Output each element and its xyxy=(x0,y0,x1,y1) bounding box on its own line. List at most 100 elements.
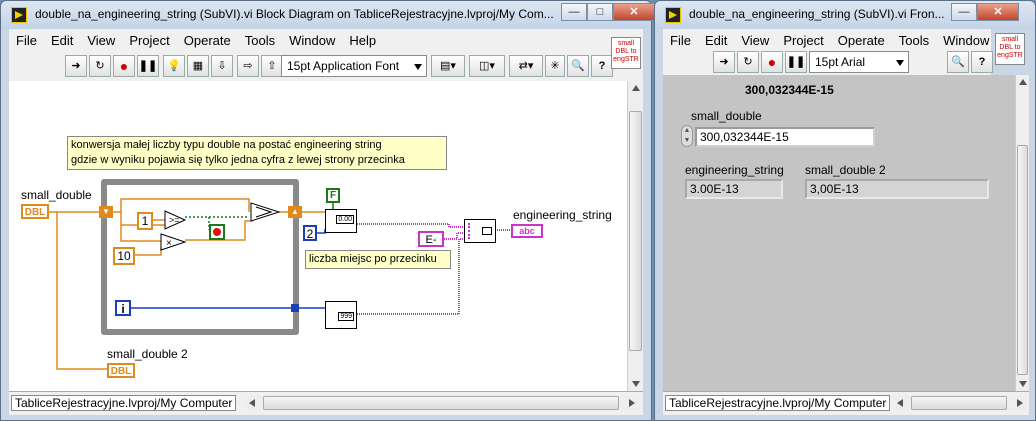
search-icon[interactable]: 🔍 xyxy=(567,55,589,77)
scroll-left-icon[interactable] xyxy=(249,399,255,407)
label-engineering-string: engineering_string xyxy=(513,208,612,222)
panel-menubar: File Edit View Project Operate Tools Window xyxy=(663,29,991,51)
concatenate-strings-node[interactable] xyxy=(464,219,496,243)
pause-button[interactable]: ❚❚ xyxy=(137,55,159,77)
font-selector[interactable]: 15pt Application Font xyxy=(281,55,427,77)
scroll-left-icon[interactable] xyxy=(897,399,903,407)
panel-horizontal-scrollbar[interactable] xyxy=(893,395,1027,411)
scroll-up-icon[interactable] xyxy=(632,85,640,91)
search-icon[interactable]: 🔍 xyxy=(947,51,969,73)
diagram-menu-operate[interactable]: Operate xyxy=(177,33,238,48)
panel-statusbar: TabliceRejestracyjne.lvproj/My Computer xyxy=(663,391,1029,415)
scroll-thumb[interactable] xyxy=(911,396,1007,410)
run-arrow-button[interactable]: ➜ xyxy=(713,51,735,73)
panel-menu-operate[interactable]: Operate xyxy=(831,33,892,48)
scroll-right-icon[interactable] xyxy=(1017,399,1023,407)
constant-two[interactable]: 2 xyxy=(303,225,317,241)
minimize-button[interactable]: — xyxy=(951,3,977,21)
block-diagram-canvas[interactable]: >= × ▼ ▲ i 1 10 small_double DBL small_d… xyxy=(9,81,627,391)
label-small-double: small_double xyxy=(691,109,762,123)
engineering-string-indicator: 3.00E-13 xyxy=(685,179,783,199)
step-into-button[interactable]: ⇩ xyxy=(211,55,233,77)
diagram-titlebar[interactable]: double_na_engineering_string (SubVI).vi … xyxy=(1,1,655,29)
loop-stop-terminal[interactable] xyxy=(209,224,225,240)
reorder-button[interactable]: ⇄▾ xyxy=(509,55,543,77)
scroll-thumb[interactable] xyxy=(263,396,619,410)
panel-window-title: double_na_engineering_string (SubVI).vi … xyxy=(689,7,945,21)
panel-titlebar[interactable]: double_na_engineering_string (SubVI).vi … xyxy=(655,1,1035,29)
scroll-thumb[interactable] xyxy=(1017,145,1028,375)
panel-menu-edit[interactable]: Edit xyxy=(698,33,734,48)
format-icon: 0.00 xyxy=(336,215,354,224)
pause-button[interactable]: ❚❚ xyxy=(785,51,807,73)
help-button[interactable]: ? xyxy=(971,51,993,73)
close-button[interactable]: ✕ xyxy=(977,3,1019,21)
label-small-double-2: small_double 2 xyxy=(107,347,188,361)
scroll-down-icon[interactable] xyxy=(632,381,640,387)
abort-button[interactable]: ● xyxy=(113,55,135,77)
block-diagram-window: double_na_engineering_string (SubVI).vi … xyxy=(0,0,655,421)
small-double-2-indicator-terminal[interactable]: DBL xyxy=(107,363,135,378)
maximize-button[interactable]: □ xyxy=(587,3,613,21)
chevron-down-icon xyxy=(896,60,904,66)
diagram-toolbar: ➜ ↻ ● ❚❚ 💡 ▦ ⇩ ⇨ ⇧ 15pt Application Font… xyxy=(9,51,643,81)
retain-wire-values-button[interactable]: ▦ xyxy=(187,55,209,77)
project-path: TabliceRejestracyjne.lvproj/My Computer xyxy=(11,395,237,411)
constant-ten[interactable]: 10 xyxy=(113,247,135,265)
vi-icon[interactable]: small DBL to engSTR xyxy=(995,33,1025,65)
panel-menu-window[interactable]: Window xyxy=(936,33,996,48)
scroll-right-icon[interactable] xyxy=(629,399,635,407)
engineering-string-indicator-terminal[interactable]: abc xyxy=(511,224,543,238)
boolean-false-constant[interactable]: F xyxy=(326,188,340,203)
constant-one[interactable]: 1 xyxy=(137,212,153,230)
panel-menu-tools[interactable]: Tools xyxy=(892,33,936,48)
step-over-button[interactable]: ⇨ xyxy=(237,55,259,77)
front-panel-canvas[interactable]: 300,032344E-15 small_double ▲ ▼ 300,03234… xyxy=(663,75,1015,391)
diagram-vertical-scrollbar[interactable] xyxy=(627,81,643,391)
panel-menu-file[interactable]: File xyxy=(663,33,698,48)
shift-register-right: ▲ xyxy=(288,206,302,218)
small-double-2-indicator: 3,00E-13 xyxy=(805,179,989,199)
diagram-menu-view[interactable]: View xyxy=(80,33,122,48)
stop-sign-icon xyxy=(213,228,221,236)
font-selector[interactable]: 15pt Arial xyxy=(809,51,909,73)
panel-vertical-scrollbar[interactable] xyxy=(1015,75,1029,391)
step-out-button[interactable]: ⇧ xyxy=(261,55,283,77)
constant-e-minus[interactable]: E- xyxy=(418,231,444,247)
highlight-execution-button[interactable]: 💡 xyxy=(163,55,185,77)
panel-menu-project[interactable]: Project xyxy=(776,33,830,48)
tunnel-blue xyxy=(291,304,299,312)
number-to-decimal-string-node[interactable]: 999 xyxy=(325,301,357,329)
align-objects-button[interactable]: ▤▾ xyxy=(431,55,465,77)
scroll-up-icon[interactable] xyxy=(1019,79,1027,85)
panel-menu-view[interactable]: View xyxy=(734,33,776,48)
diagram-menu-file[interactable]: File xyxy=(9,33,44,48)
number-to-engineering-string-node[interactable]: 0.00 xyxy=(325,209,357,233)
scroll-down-icon[interactable] xyxy=(1019,381,1027,387)
diagram-horizontal-scrollbar[interactable] xyxy=(245,395,639,411)
help-button[interactable]: ? xyxy=(591,55,613,77)
small-double-control[interactable]: 300,032344E-15 xyxy=(695,127,875,147)
distribute-objects-button[interactable]: ◫▾ xyxy=(469,55,505,77)
run-continuously-button[interactable]: ↻ xyxy=(737,51,759,73)
diagram-comment[interactable]: konwersja małej liczby typu double na po… xyxy=(67,136,447,170)
run-arrow-button[interactable]: ➜ xyxy=(65,55,87,77)
diagram-menu-project[interactable]: Project xyxy=(122,33,176,48)
diagram-menu-help[interactable]: Help xyxy=(342,33,383,48)
diagram-menu-tools[interactable]: Tools xyxy=(238,33,282,48)
iteration-terminal: i xyxy=(115,300,131,316)
run-continuously-button[interactable]: ↻ xyxy=(89,55,111,77)
increment-decrement-icon[interactable]: ▲ ▼ xyxy=(681,125,693,147)
front-panel-window: double_na_engineering_string (SubVI).vi … xyxy=(654,0,1036,421)
decimal-places-label[interactable]: liczba miejsc po przecinku xyxy=(305,250,451,269)
vi-icon[interactable]: small DBL to engSTR xyxy=(611,37,641,69)
minimize-button[interactable]: — xyxy=(561,3,587,21)
abort-button[interactable]: ● xyxy=(761,51,783,73)
project-path: TabliceRejestracyjne.lvproj/My Computer xyxy=(665,395,891,411)
close-button[interactable]: ✕ xyxy=(613,3,655,21)
diagram-menu-edit[interactable]: Edit xyxy=(44,33,80,48)
diagram-menu-window[interactable]: Window xyxy=(282,33,342,48)
cleanup-diagram-button[interactable]: ✳ xyxy=(545,55,565,77)
scroll-thumb[interactable] xyxy=(629,111,642,351)
small-double-control-terminal[interactable]: DBL xyxy=(21,204,49,219)
